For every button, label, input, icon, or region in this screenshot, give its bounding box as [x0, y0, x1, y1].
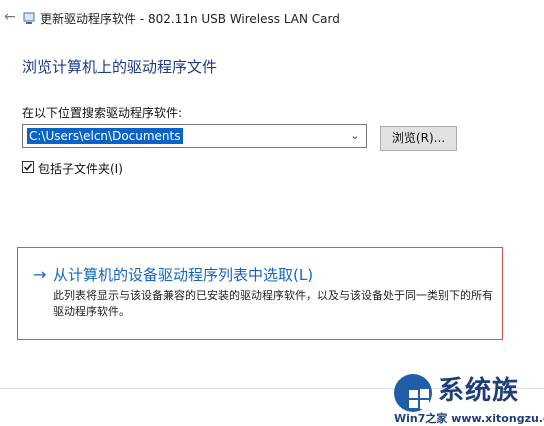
browse-button[interactable]: 浏览(R)...	[380, 126, 457, 151]
watermark-site: Win7之家 www.xitongzu.com	[394, 412, 544, 425]
watermark-brand: 系统族	[438, 376, 520, 406]
page-heading: 浏览计算机上的驱动程序文件	[22, 58, 218, 76]
window-title: 更新驱动程序软件 - 802.11n USB Wireless LAN Card	[40, 12, 340, 26]
pick-from-list-option[interactable]: → 从计算机的设备驱动程序列表中选取(L) 此列表将显示与该设备兼容的已安装的驱…	[17, 247, 503, 340]
include-subfolders-label[interactable]: 包括子文件夹(I)	[38, 160, 123, 177]
include-subfolders-checkbox[interactable]	[22, 161, 34, 173]
checkmark-icon	[23, 163, 33, 171]
path-combobox[interactable]: C:\Users\elcn\Documents ⌄	[22, 124, 367, 148]
pick-from-list-description: 此列表将显示与该设备兼容的已安装的驱动程序软件，以及与该设备处于同一类别下的所有…	[53, 289, 493, 318]
title-bar: ← 更新驱动程序软件 - 802.11n USB Wireless LAN Ca…	[0, 0, 544, 36]
back-arrow-icon[interactable]: ←	[4, 9, 20, 25]
pick-from-list-link[interactable]: 从计算机的设备驱动程序列表中选取(L)	[53, 264, 313, 285]
device-manager-icon	[23, 10, 35, 24]
chevron-down-icon[interactable]: ⌄	[348, 128, 362, 144]
arrow-right-icon: →	[33, 265, 47, 284]
path-value[interactable]: C:\Users\elcn\Documents	[27, 128, 183, 144]
search-location-label: 在以下位置搜索驱动程序软件:	[22, 106, 183, 120]
watermark-logo-icon	[394, 374, 432, 412]
watermark: 系统族 Win7之家 www.xitongzu.com	[388, 368, 544, 426]
